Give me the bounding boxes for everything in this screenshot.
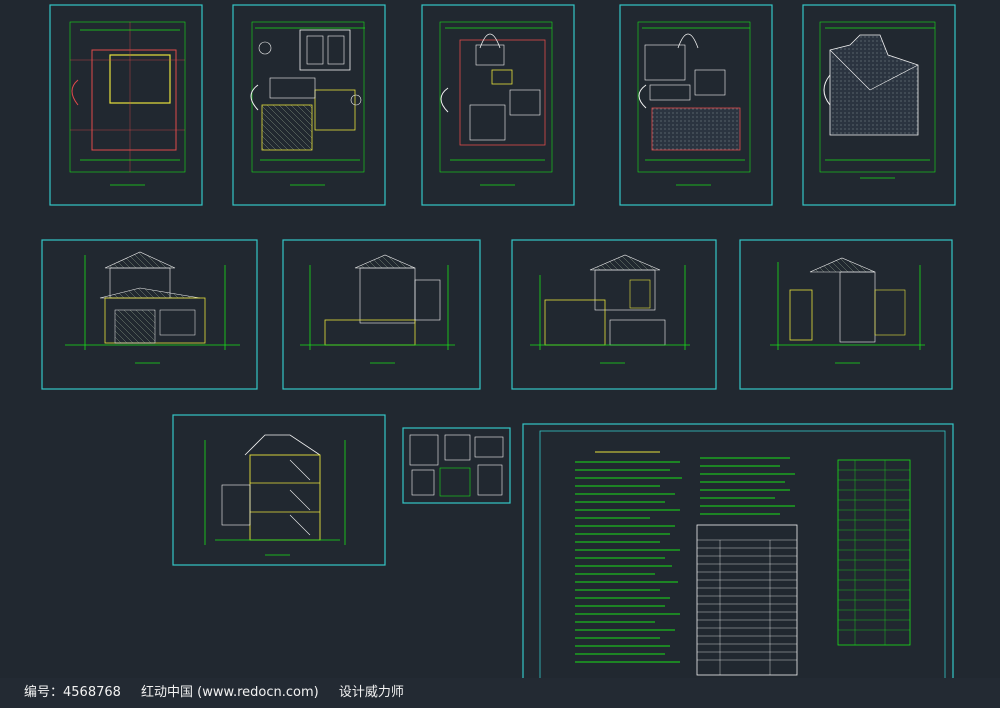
floor-plan-sheet-1[interactable] — [49, 4, 203, 206]
image-id-label: 编号：4568768 — [24, 685, 121, 700]
section-sheet[interactable] — [172, 414, 386, 566]
floor-plan-sheet-3[interactable] — [421, 4, 575, 206]
design-notes-sheet[interactable] — [522, 423, 954, 685]
floor-plan-sheet-2[interactable] — [232, 4, 386, 206]
floor-plan-sheet-4[interactable] — [619, 4, 773, 206]
elevation-sheet-south[interactable] — [41, 239, 258, 390]
image-info-footer: 编号：4568768 红动中国 (www.redocn.com) 设计威力师 — [0, 678, 1000, 708]
author-label: 设计威力师 — [338, 685, 404, 700]
details-sheet[interactable] — [402, 427, 511, 504]
site-credit-label[interactable]: 红动中国 (www.redocn.com) — [141, 685, 319, 700]
elevation-sheet-east[interactable] — [511, 239, 717, 390]
elevation-sheet-west[interactable] — [739, 239, 953, 390]
roof-plan-sheet[interactable] — [802, 4, 956, 206]
elevation-sheet-north[interactable] — [282, 239, 481, 390]
cad-drawing-canvas — [41, 4, 956, 685]
